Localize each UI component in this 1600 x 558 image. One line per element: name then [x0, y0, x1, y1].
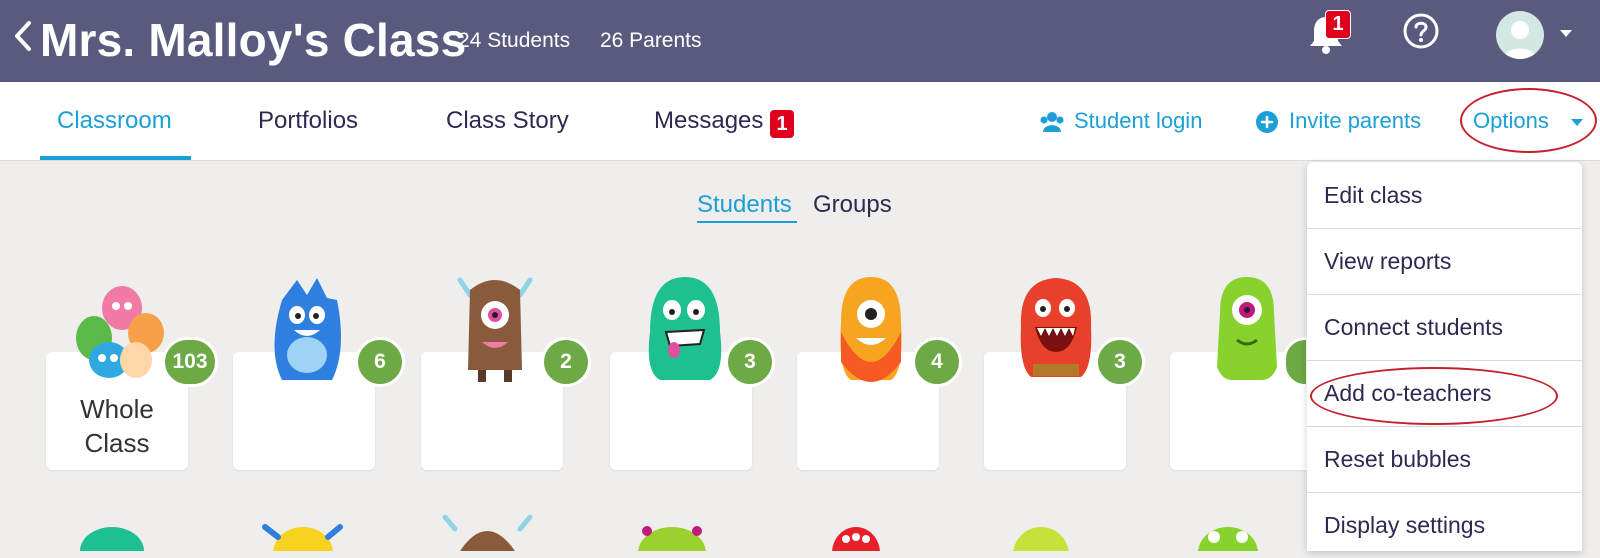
annotation-circle-options: [1460, 88, 1597, 153]
card-label: Whole Class: [80, 394, 154, 458]
second-row-avatars: [80, 515, 1258, 551]
class-header: Mrs. Malloy's Class 24 Students 26 Paren…: [0, 0, 1600, 82]
class-counts: 24 Students 26 Parents: [458, 26, 726, 56]
class-nav: Classroom Portfolios Class Story Message…: [0, 82, 1600, 161]
student-login-link[interactable]: Student login: [1074, 82, 1202, 160]
orange-cyclops-avatar: [840, 277, 902, 382]
brown-cyclops-avatar: [457, 277, 533, 382]
points-bubble: 4: [912, 337, 962, 387]
points-bubble: 3: [725, 337, 775, 387]
user-silhouette-icon: [1504, 21, 1536, 59]
options-menu: Edit class View reports Connect students…: [1307, 162, 1582, 551]
tab-portfolios[interactable]: Portfolios: [258, 82, 358, 160]
points-bubble: 2: [541, 337, 591, 387]
points-bubble: 6: [355, 337, 405, 387]
annotation-circle-add-co-teachers: [1310, 367, 1558, 425]
menu-item-display-settings[interactable]: Display settings: [1307, 492, 1582, 558]
tab-messages[interactable]: Messages: [654, 82, 763, 160]
menu-item-connect-students[interactable]: Connect students: [1307, 294, 1582, 361]
subtab-underline: [697, 221, 797, 223]
messages-badge: 1: [770, 110, 794, 138]
avatar[interactable]: [1496, 11, 1544, 59]
menu-item-view-reports[interactable]: View reports: [1307, 228, 1582, 295]
plus-circle-icon: [1256, 111, 1278, 133]
monster-group-avatar: [76, 286, 164, 378]
students-icon: [1040, 112, 1064, 132]
red-fuzzy-monster-avatar: [1020, 278, 1092, 377]
parents-count[interactable]: 26 Parents: [600, 29, 702, 52]
chevron-down-icon[interactable]: [1560, 30, 1572, 37]
tab-classroom[interactable]: Classroom: [57, 82, 172, 160]
chevron-left-icon[interactable]: [14, 20, 32, 52]
menu-item-edit-class[interactable]: Edit class: [1307, 162, 1582, 229]
notification-badge: 1: [1325, 10, 1351, 39]
class-title[interactable]: Mrs. Malloy's Class: [40, 6, 466, 74]
points-bubble: 103: [162, 337, 218, 387]
invite-parents-link[interactable]: Invite parents: [1289, 82, 1421, 160]
subtab-groups[interactable]: Groups: [813, 188, 892, 222]
points-bubble: 3: [1095, 337, 1145, 387]
subtab-students[interactable]: Students: [697, 188, 792, 222]
students-count[interactable]: 24 Students: [458, 29, 570, 52]
active-tab-indicator: [40, 156, 191, 160]
menu-item-reset-bubbles[interactable]: Reset bubbles: [1307, 426, 1582, 493]
blue-monster-avatar: [274, 278, 341, 380]
tab-class-story[interactable]: Class Story: [446, 82, 569, 160]
help-icon[interactable]: [1402, 12, 1440, 50]
green-fuzzy-monster-avatar: [648, 277, 722, 380]
